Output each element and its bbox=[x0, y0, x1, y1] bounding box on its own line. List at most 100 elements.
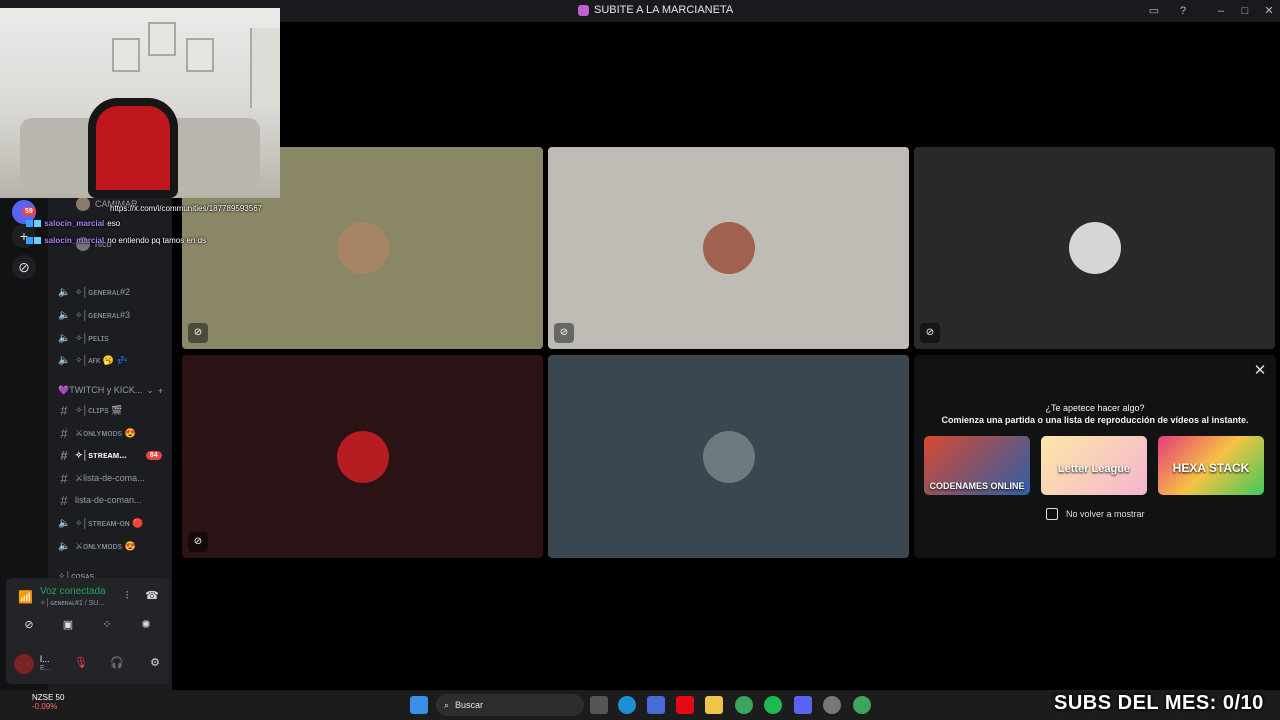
channel-label: ✧│ɢᴇɴᴇʀᴀʟ#2 bbox=[75, 286, 130, 297]
voice-channel-path[interactable]: ✧│ɢᴇɴᴇʀᴀʟ#1 / SU... bbox=[40, 599, 104, 607]
camera-off-button[interactable]: ⊘ bbox=[16, 616, 42, 634]
text-channel[interactable]: # ⚔lista-de-coma... bbox=[58, 468, 145, 488]
disconnect-icon[interactable]: ☎ bbox=[139, 587, 165, 605]
participant-tile[interactable]: ⊘ bbox=[182, 355, 543, 558]
headphones-icon[interactable]: 🎧 bbox=[104, 654, 130, 672]
spotify-icon[interactable] bbox=[764, 696, 782, 714]
chat-message: salocin_marcial no entiendo pq tamos en d… bbox=[26, 236, 206, 245]
game-label: Letter League bbox=[1057, 463, 1131, 475]
file-explorer-icon[interactable] bbox=[705, 696, 723, 714]
voice-channel[interactable]: 🔈 ✧│ɢᴇɴᴇʀᴀʟ#3 bbox=[58, 305, 130, 325]
channel-label: ✧│ᴘᴇʟɪs bbox=[75, 332, 109, 343]
shelf bbox=[250, 28, 280, 108]
minimize-button[interactable]: – bbox=[1213, 3, 1229, 19]
chat-text: https://x.com/i/communities/187789593567 bbox=[110, 204, 263, 213]
activities-button[interactable]: ⁘ bbox=[94, 616, 120, 634]
activity-question: ¿Te apetece hacer algo? bbox=[1045, 403, 1145, 413]
mic-muted-icon[interactable]: 🎙 bbox=[68, 654, 94, 672]
chevron-down-icon: ⌄ bbox=[146, 385, 154, 395]
netflix-icon[interactable] bbox=[676, 696, 694, 714]
badge-icon bbox=[34, 237, 41, 245]
participant-avatar bbox=[336, 222, 389, 274]
voice-channel[interactable]: 🔈 ✧│sᴛʀᴇᴀᴍ-ᴏɴ 🔴 bbox=[58, 513, 143, 533]
game-card-hexa-stack[interactable]: HEXA STACK bbox=[1158, 436, 1264, 495]
server-icon bbox=[578, 4, 589, 16]
badge-icon bbox=[26, 220, 33, 228]
speaker-icon: 🔈 bbox=[58, 518, 71, 529]
badge-icon bbox=[34, 220, 41, 228]
speaker-icon: 🔈 bbox=[58, 287, 71, 298]
participant-avatar bbox=[702, 430, 755, 483]
avatar bbox=[76, 197, 90, 211]
category-label: 💜TWITCH y KICK... bbox=[58, 385, 143, 395]
hash-icon: # bbox=[60, 402, 68, 418]
channel-label: ✧│sᴛʀᴇᴀᴍ-ᴏɴ 🔴 bbox=[75, 517, 144, 528]
taskbar-search[interactable]: ⌕ Buscar bbox=[436, 694, 584, 716]
window-title-text: SUBITE A LA MARCIANETA bbox=[594, 4, 734, 16]
participant-avatar bbox=[702, 222, 755, 274]
wall-frame bbox=[112, 38, 140, 72]
checkbox-box[interactable] bbox=[1046, 508, 1058, 520]
close-icon[interactable]: ✕ bbox=[1252, 361, 1268, 379]
category-header[interactable]: 💜TWITCH y KICK... ⌄ + bbox=[58, 385, 163, 396]
start-icon[interactable] bbox=[410, 696, 428, 714]
channel-label: ✧│sᴛʀᴇᴀᴍ... bbox=[75, 449, 127, 460]
store-icon[interactable] bbox=[647, 696, 665, 714]
edge-icon[interactable] bbox=[618, 696, 636, 714]
participant-avatar bbox=[336, 430, 389, 483]
hash-icon: # bbox=[60, 470, 68, 486]
chat-text: eso bbox=[107, 219, 121, 228]
channel-label: lista-de-coman... bbox=[75, 495, 142, 505]
text-channel-active[interactable]: # ✧│sᴛʀᴇᴀᴍ... 84 bbox=[58, 445, 162, 465]
channel-label: ✧│ᴄʟɪᴘs 🎬 bbox=[75, 404, 123, 415]
mic-muted-icon: ⊘ bbox=[188, 323, 208, 343]
hash-icon: # bbox=[60, 492, 68, 508]
text-channel[interactable]: # ⚔ᴏɴʟʏᴍᴏᴅs 😍 bbox=[58, 423, 136, 443]
user-name: l... bbox=[40, 654, 50, 664]
voice-status-panel: 📶 Voz conectada ✧│ɢᴇɴᴇʀᴀʟ#1 / SU... ⫶ ☎ … bbox=[6, 578, 170, 684]
task-view-icon[interactable] bbox=[590, 696, 608, 714]
voice-channel[interactable]: 🔈 ⚔ᴏɴʟʏᴍᴏᴅs 😍 bbox=[58, 536, 136, 556]
obs-icon[interactable] bbox=[823, 696, 841, 714]
discover-icon[interactable]: ⊘ bbox=[12, 255, 36, 279]
participant-avatar bbox=[1068, 222, 1121, 274]
avatar[interactable] bbox=[14, 654, 34, 674]
channel-label: ✧│ɢᴇɴᴇʀᴀʟ#3 bbox=[75, 309, 130, 320]
wall-frame bbox=[148, 22, 176, 56]
screen-share-button[interactable]: ▣ bbox=[55, 616, 81, 634]
participant-tile[interactable] bbox=[548, 355, 909, 558]
close-window-button[interactable]: ✕ bbox=[1261, 3, 1277, 19]
help-icon[interactable]: ? bbox=[1175, 3, 1191, 19]
text-channel[interactable]: # ✧│ᴄʟɪᴘs 🎬 bbox=[58, 400, 122, 420]
soundboard-button[interactable]: ✺ bbox=[133, 616, 159, 634]
chrome-icon[interactable] bbox=[735, 696, 753, 714]
discord-icon[interactable] bbox=[794, 696, 812, 714]
activity-description: Comienza una partida o una lista de repr… bbox=[941, 415, 1249, 425]
participant-tile[interactable]: ⊘ bbox=[548, 147, 909, 349]
channel-label: ✧│ᴀғᴋ 🥱 💤 bbox=[75, 354, 128, 365]
voice-channel[interactable]: 🔈 ✧│ᴘᴇʟɪs bbox=[58, 328, 109, 348]
game-card-letter-league[interactable]: Letter League bbox=[1041, 436, 1147, 495]
inbox-icon[interactable]: ▭ bbox=[1146, 3, 1162, 19]
mic-muted-icon: ⊘ bbox=[554, 323, 574, 343]
speaker-icon: 🔈 bbox=[58, 541, 71, 552]
mic-muted-icon: ⊘ bbox=[920, 323, 940, 343]
maximize-button[interactable]: □ bbox=[1237, 3, 1253, 19]
unread-badge: 84 bbox=[145, 450, 162, 460]
voice-channel[interactable]: 🔈 ✧│ɢᴇɴᴇʀᴀʟ#2 bbox=[58, 282, 130, 302]
dont-show-again-checkbox[interactable]: No volver a mostrar bbox=[1046, 508, 1145, 520]
stock-widget[interactable]: NZSE 50 -0.09% bbox=[12, 693, 64, 711]
chrome-icon[interactable] bbox=[853, 696, 871, 714]
settings-gear-icon[interactable]: ⚙ bbox=[142, 654, 168, 672]
participant-tile[interactable]: ⊘ bbox=[914, 147, 1275, 349]
channel-label: ⚔lista-de-coma... bbox=[75, 472, 145, 483]
text-channel[interactable]: # lista-de-coman... bbox=[58, 490, 142, 510]
voice-channel[interactable]: 🔈 ✧│ᴀғᴋ 🥱 💤 bbox=[58, 350, 128, 370]
game-card-codenames[interactable]: CODENAMES ONLINE bbox=[924, 436, 1030, 495]
chat-message: salocin_marcial eso bbox=[26, 219, 120, 228]
noise-suppression-icon[interactable]: ⫶ bbox=[114, 587, 140, 605]
chat-text: no entiendo pq tamos en ds bbox=[107, 236, 207, 245]
game-label: HEXA STACK bbox=[1172, 461, 1250, 475]
channel-label: ⚔ᴏɴʟʏᴍᴏᴅs 😍 bbox=[75, 427, 136, 438]
add-channel-icon[interactable]: + bbox=[158, 386, 163, 396]
